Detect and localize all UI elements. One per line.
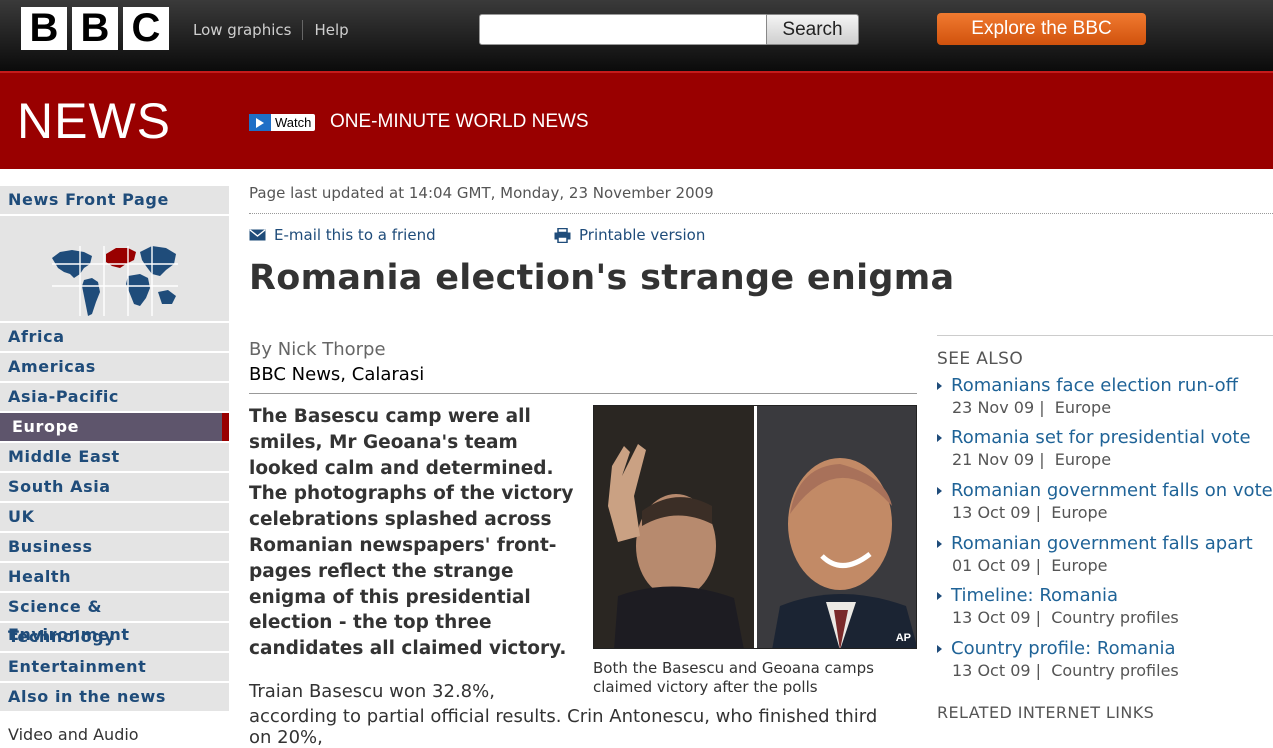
see-also-date: 23 Nov 09 (952, 398, 1035, 417)
see-also-link[interactable]: Romanians face election run-off (937, 375, 1273, 396)
see-also-title: SEE ALSO (937, 349, 1024, 369)
one-minute-news-link[interactable]: ONE-MINUTE WORLD NEWS (330, 111, 589, 133)
see-also-link[interactable]: Romania set for presidential vote (937, 427, 1273, 448)
printable-version-link[interactable]: Printable version (554, 226, 705, 244)
article-headline: Romania election's strange enigma (249, 258, 955, 298)
see-also-link-title: Romania set for presidential vote (951, 427, 1251, 448)
left-navigation: News Front Page Africa Americas Asia-Pac… (0, 186, 229, 744)
nav-europe[interactable]: Europe (0, 413, 229, 441)
low-graphics-link[interactable]: Low graphics (193, 21, 291, 39)
triangle-bullet-icon (937, 381, 942, 390)
nav-science-environment[interactable]: Science & Environment (0, 593, 229, 644)
nav-also-in-the-news[interactable]: Also in the news (0, 683, 229, 711)
nav-business[interactable]: Business (0, 533, 229, 561)
see-also-link-title: Romanian government falls apart (951, 533, 1253, 554)
article-intro: The Basescu camp were all smiles, Mr Geo… (249, 406, 574, 660)
see-also-section: Europe (1051, 556, 1108, 575)
explore-bbc-button[interactable]: Explore the BBC (937, 13, 1146, 45)
nav-news-front-page[interactable]: News Front Page (0, 186, 229, 214)
email-friend-label: E-mail this to a friend (274, 226, 436, 244)
nav-uk[interactable]: UK (0, 503, 229, 531)
see-also-meta: 01 Oct 09 | Europe (952, 556, 1108, 575)
nav-south-asia[interactable]: South Asia (0, 473, 229, 501)
see-also-meta: 21 Nov 09 | Europe (952, 450, 1112, 469)
triangle-bullet-icon (937, 591, 942, 600)
news-section-title[interactable]: NEWS (17, 95, 171, 147)
see-also-section: Country profiles (1051, 608, 1179, 627)
photo-credit: AP (895, 632, 911, 644)
global-header: B B C Low graphics Help Search Explore t… (0, 0, 1273, 71)
envelope-icon (249, 229, 266, 241)
printable-version-label: Printable version (579, 226, 706, 244)
bbc-logo[interactable]: B B C (21, 7, 169, 50)
see-also-date: 13 Oct 09 (952, 661, 1031, 680)
see-also-link[interactable]: Romanian government falls on vote (937, 480, 1273, 501)
link-divider (302, 20, 304, 40)
search-button[interactable]: Search (766, 14, 859, 45)
see-also-section: Europe (1054, 450, 1112, 469)
watch-badge[interactable]: Watch (249, 114, 316, 131)
article-author: By Nick Thorpe (249, 339, 386, 360)
logo-letter: B (21, 7, 67, 50)
triangle-bullet-icon (937, 539, 942, 548)
triangle-bullet-icon (937, 644, 942, 653)
see-also-link[interactable]: Timeline: Romania (937, 585, 1273, 606)
see-also-link[interactable]: Country profile: Romania (937, 638, 1273, 659)
search-input[interactable] (479, 14, 767, 45)
see-also-item: Romanians face election run-off 23 Nov 0… (937, 375, 1273, 417)
nav-technology[interactable]: Technology (0, 623, 229, 651)
nav-middle-east[interactable]: Middle East (0, 443, 229, 471)
email-friend-link[interactable]: E-mail this to a friend (249, 226, 436, 244)
see-also-meta: 23 Nov 09 | Europe (952, 398, 1112, 417)
see-also-link-title: Country profile: Romania (951, 638, 1176, 659)
nav-health[interactable]: Health (0, 563, 229, 591)
article-location: BBC News, Calarasi (249, 364, 425, 385)
article-photo: AP (593, 405, 917, 649)
see-also-section: Europe (1051, 503, 1108, 522)
see-also-meta: 13 Oct 09 | Europe (952, 503, 1108, 522)
see-also-date: 13 Oct 09 (952, 608, 1031, 627)
nav-africa[interactable]: Africa (0, 323, 229, 351)
nav-asia-pacific[interactable]: Asia-Pacific (0, 383, 229, 411)
article-paragraph: according to partial official results. C… (249, 706, 878, 748)
see-also-date: 01 Oct 09 (952, 556, 1031, 575)
see-also-meta: 13 Oct 09 | Country profiles (952, 608, 1179, 627)
header-links: Low graphics Help (193, 20, 349, 40)
last-updated: Page last updated at 14:04 GMT, Monday, … (249, 184, 714, 202)
see-also-meta: 13 Oct 09 | Country profiles (952, 661, 1179, 680)
divider (249, 393, 917, 394)
nav-entertainment[interactable]: Entertainment (0, 653, 229, 681)
article-paragraph: Traian Basescu won 32.8%, (249, 681, 495, 702)
see-also-section: Country profiles (1051, 661, 1179, 680)
nav-video-audio[interactable]: Video and Audio (0, 725, 229, 744)
triangle-bullet-icon (937, 433, 942, 442)
see-also-item: Romania set for presidential vote 21 Nov… (937, 427, 1273, 469)
see-also-link[interactable]: Romanian government falls apart (937, 533, 1273, 554)
triangle-bullet-icon (937, 486, 942, 495)
divider (937, 335, 1273, 336)
see-also-item: Country profile: Romania 13 Oct 09 | Cou… (937, 638, 1273, 680)
logo-letter: B (72, 7, 118, 50)
see-also-link-title: Timeline: Romania (951, 585, 1119, 606)
watch-label: Watch (275, 115, 312, 130)
see-also-item: Romanian government falls on vote 13 Oct… (937, 480, 1273, 522)
see-also-date: 13 Oct 09 (952, 503, 1031, 522)
world-map-icon[interactable] (0, 216, 229, 321)
see-also-link-title: Romanians face election run-off (951, 375, 1238, 396)
divider (249, 213, 1273, 214)
logo-letter: C (123, 7, 169, 50)
see-also-item: Timeline: Romania 13 Oct 09 | Country pr… (937, 585, 1273, 627)
news-banner: NEWS Watch ONE-MINUTE WORLD NEWS (0, 71, 1273, 169)
help-link[interactable]: Help (314, 21, 348, 39)
photo-caption: Both the Basescu and Geoana camps claime… (593, 659, 874, 696)
see-also-section: Europe (1054, 398, 1112, 417)
see-also-link-title: Romanian government falls on vote (951, 480, 1273, 501)
see-also-item: Romanian government falls apart 01 Oct 0… (937, 533, 1273, 575)
printer-icon (554, 227, 571, 243)
nav-americas[interactable]: Americas (0, 353, 229, 381)
play-icon (249, 114, 271, 131)
see-also-date: 21 Nov 09 (952, 450, 1035, 469)
